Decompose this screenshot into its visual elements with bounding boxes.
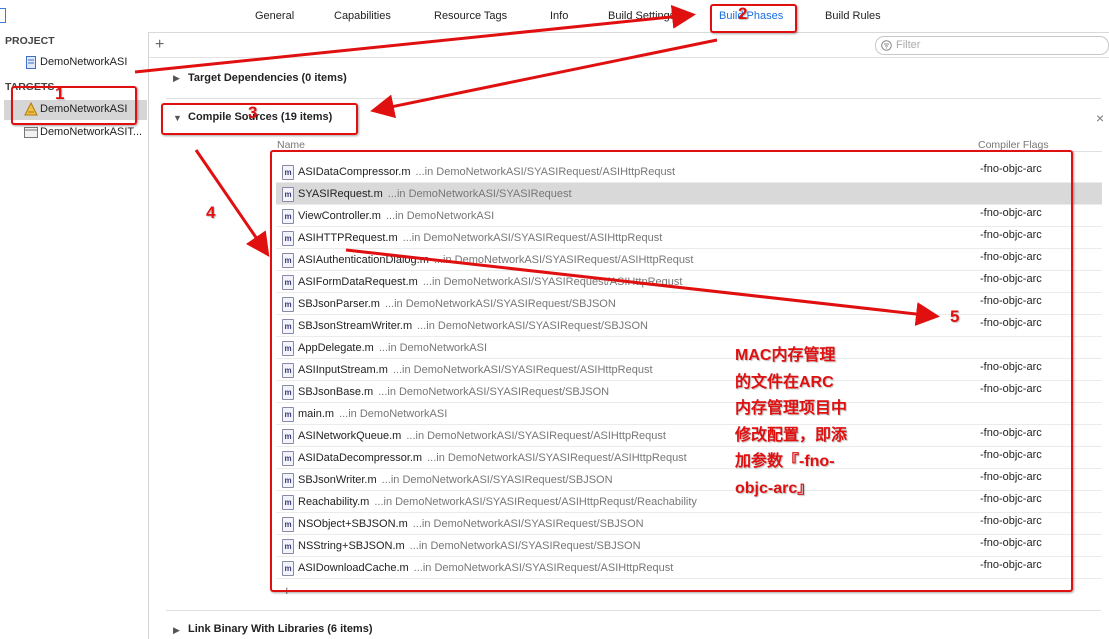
tab-bar: General Capabilities Resource Tags Info …	[148, 0, 1109, 33]
note-line: 的文件在ARC	[735, 373, 834, 391]
sidebar-item-label: DemoNetworkASIT...	[40, 126, 143, 138]
tab-build-settings[interactable]: Build Settings	[608, 10, 675, 22]
annotation-number-1: 1	[55, 84, 65, 103]
section-target-dependencies[interactable]: Target Dependencies (0 items)	[188, 72, 347, 84]
filter-field[interactable]: Filter	[875, 36, 1109, 55]
note-line: 内存管理项目中	[735, 400, 848, 417]
test-bundle-icon	[24, 127, 38, 138]
annotation-box-targets	[11, 86, 137, 125]
divider	[166, 610, 1101, 611]
tab-resource-tags[interactable]: Resource Tags	[434, 10, 507, 22]
sidebar-item-project[interactable]: DemoNetworkASI	[4, 53, 147, 73]
annotation-box-file-list	[270, 150, 1073, 592]
section-link-binary[interactable]: Link Binary With Libraries (6 items)	[188, 623, 373, 635]
annotation-number-5: 5	[950, 307, 960, 326]
project-header: PROJECT	[5, 35, 55, 47]
project-file-icon	[26, 56, 36, 69]
tab-general[interactable]: General	[255, 10, 294, 22]
divider	[166, 98, 1101, 99]
filter-placeholder: Filter	[896, 39, 921, 51]
annotation-number-4: 4	[206, 203, 216, 222]
remove-phase-button[interactable]: ×	[1096, 110, 1104, 126]
arrow-3-to-4	[194, 149, 270, 257]
note-line: 修改配置，即添	[735, 426, 848, 444]
disclosure-collapsed-icon[interactable]: ▶	[173, 73, 180, 84]
note-line: MAC内存管理	[735, 347, 836, 364]
annotation-box-build-phases	[710, 4, 797, 33]
annotation-box-compile-sources	[161, 103, 358, 135]
tab-capabilities[interactable]: Capabilities	[334, 10, 391, 22]
filter-icon	[881, 40, 892, 51]
tab-build-rules[interactable]: Build Rules	[825, 10, 881, 22]
note-line: 加参数『-fno-	[735, 453, 835, 470]
note-line: objc-arc』	[735, 479, 814, 497]
add-phase-button[interactable]: +	[155, 36, 164, 54]
disclosure-collapsed-icon[interactable]: ▶	[173, 625, 180, 636]
tab-info[interactable]: Info	[550, 10, 568, 22]
annotation-number-2: 2	[738, 4, 748, 23]
sidebar-item-target-tests[interactable]: DemoNetworkASIT...	[4, 123, 147, 143]
annotation-number-3: 3	[248, 103, 258, 122]
annotation-note: MAC内存管理 的文件在ARC 内存管理项目中 修改配置，即添 加参数『-fno…	[735, 343, 880, 502]
navigator-toggle-icon[interactable]	[0, 8, 6, 23]
sidebar-item-label: DemoNetworkASI	[40, 56, 128, 68]
